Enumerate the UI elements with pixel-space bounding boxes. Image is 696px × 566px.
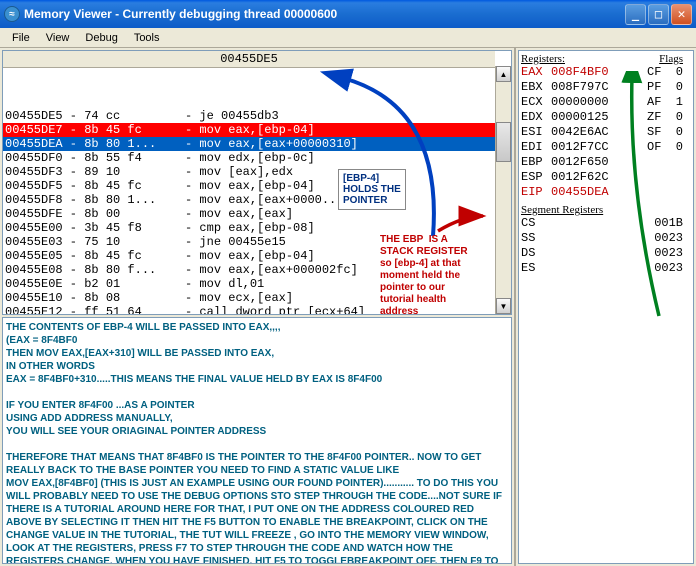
segment-register-row[interactable]: DS 0023 [521,246,691,261]
register-row[interactable]: EIP 00455DEA [521,185,691,200]
disasm-row[interactable]: 00455DF0 - 8b 55 f4 - mov edx,[ebp-0c] [3,151,495,165]
register-row[interactable]: EBX 008F797CPF0 [521,80,691,95]
maximize-button[interactable]: □ [648,4,669,25]
disasm-scrollbar[interactable]: ▲ ▼ [495,66,511,314]
register-row[interactable]: ECX 00000000AF1 [521,95,691,110]
disasm-row[interactable]: 00455DEA - 8b 80 1... - mov eax,[eax+000… [3,137,495,151]
scroll-thumb[interactable] [496,122,511,162]
scroll-up-button[interactable]: ▲ [496,66,511,82]
disasm-lines[interactable]: 00455DE5 - 74 cc - je 00455db300455DE7 -… [3,51,495,314]
window-title: Memory Viewer - Currently debugging thre… [24,7,625,21]
register-row[interactable]: ESI 0042E6ACSF0 [521,125,691,140]
close-button[interactable]: ✕ [671,4,692,25]
notes-area[interactable]: THE CONTENTS OF EBP-4 WILL BE PASSED INT… [2,317,512,564]
registers-heading: Registers: [521,53,565,65]
menu-tools[interactable]: Tools [126,30,168,46]
disasm-row[interactable]: 00455DE5 - 74 cc - je 00455db3 [3,109,495,123]
register-row[interactable]: EAX 008F4BF0CF0 [521,65,691,80]
disasm-row[interactable]: 00455DF5 - 8b 45 fc - mov eax,[ebp-04] [3,179,495,193]
segment-register-row[interactable]: SS 0023 [521,231,691,246]
titlebar: ≈ Memory Viewer - Currently debugging th… [0,0,696,28]
app-icon: ≈ [4,6,20,22]
registers-panel: Registers: Flags EAX 008F4BF0CF0EBX 008F… [518,50,694,564]
register-row[interactable]: EDX 00000125ZF0 [521,110,691,125]
disasm-row[interactable]: 00455DFE - 8b 00 - mov eax,[eax] [3,207,495,221]
disassembly-panel: 00455DE5 00455DE5 - 74 cc - je 00455db30… [2,50,512,315]
menu-view[interactable]: View [38,30,78,46]
disasm-row[interactable]: 00455DF3 - 89 10 - mov [eax],edx [3,165,495,179]
disasm-row[interactable]: 00455DF8 - 8b 80 1... - mov eax,[eax+000… [3,193,495,207]
register-row[interactable]: EBP 0012F650 [521,155,691,170]
register-row[interactable]: ESP 0012F62C [521,170,691,185]
segment-register-row[interactable]: ES 0023 [521,261,691,276]
disasm-row[interactable]: 00455DE7 - 8b 45 fc - mov eax,[ebp-04] [3,123,495,137]
menubar: File View Debug Tools [0,28,696,48]
menu-debug[interactable]: Debug [77,30,125,46]
minimize-button[interactable]: _ [625,4,646,25]
ebp-hint-box: [EBP-4]HOLDS THEPOINTER [338,169,406,210]
register-row[interactable]: EDI 0012F7CCOF0 [521,140,691,155]
scroll-down-button[interactable]: ▼ [496,298,511,314]
segment-registers-heading: Segment Registers [521,204,691,216]
flags-heading: Flags [659,53,683,65]
disasm-row[interactable]: 00455E00 - 3b 45 f8 - cmp eax,[ebp-08] [3,221,495,235]
menu-file[interactable]: File [4,30,38,46]
ebp-explanation-text: THE EBP IS ASTACK REGISTERso [ebp-4] at … [380,234,468,314]
left-pane: 00455DE5 00455DE5 - 74 cc - je 00455db30… [0,48,516,566]
segment-register-row[interactable]: CS 001B [521,216,691,231]
